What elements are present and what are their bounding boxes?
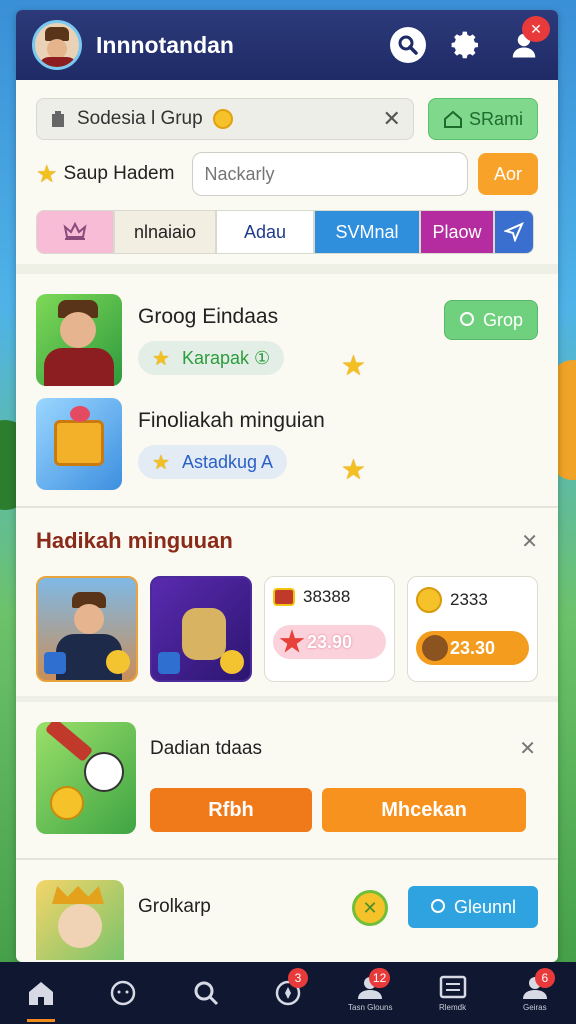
join-button[interactable]: Gleunnl <box>408 886 538 928</box>
coin-icon <box>212 109 233 129</box>
nav-home[interactable] <box>13 964 69 1022</box>
chest-icon <box>273 588 295 606</box>
chat-icon <box>111 980 136 1006</box>
active-indicator <box>27 1019 56 1022</box>
nav-caption: Tasn Glouns <box>348 1002 393 1012</box>
crown-icon <box>63 221 87 240</box>
search-icon <box>194 981 218 1006</box>
bottom-nav: 3 Tasn Glouns 12 Rlemdk Geiras 6 <box>0 962 576 1024</box>
top-controls: Sodesia l Grup ✕ SRami ★ Saup Hadem Aor … <box>16 80 558 274</box>
group-action-button[interactable]: SRami <box>427 98 538 140</box>
name-input[interactable] <box>191 152 468 196</box>
item-thumbnail <box>36 880 124 960</box>
app-title: Innnotandan <box>96 31 234 58</box>
tab-2[interactable]: Adau <box>216 210 314 254</box>
nav-badge: 6 <box>534 968 555 988</box>
action-title: Dadian tdaas <box>150 738 262 759</box>
reward-thumbnail[interactable] <box>36 576 138 682</box>
nav-badge: 12 <box>368 968 391 988</box>
rewards-section: Hadikah minguuan ✕ 38388 23.90 2333 23.3… <box>16 508 558 702</box>
list-item[interactable]: Groog Eindaas ★ Karapak ① ★ Grop <box>36 288 538 392</box>
section-title: Hadikah minguuan <box>36 528 233 553</box>
home-icon <box>29 982 54 1005</box>
reward-card[interactable]: 2333 23.30 <box>407 576 538 682</box>
search-icon[interactable] <box>390 27 426 63</box>
item-thumbnail <box>36 398 122 490</box>
tab-3[interactable]: SVMnal <box>314 210 420 254</box>
item-title: Finoliakah minguian <box>138 409 325 432</box>
item-list: Groog Eindaas ★ Karapak ① ★ Grop Finoliak… <box>16 274 558 508</box>
reward-bar[interactable]: 23.90 <box>273 625 386 659</box>
nav-search[interactable] <box>178 964 234 1022</box>
notification-badge[interactable]: ✕ <box>522 16 550 42</box>
star-icon <box>279 629 305 653</box>
action-button-secondary[interactable]: Mhcekan <box>322 788 526 832</box>
nav-badge: 3 <box>287 968 308 988</box>
submit-button[interactable]: Aor <box>478 153 538 195</box>
star-label: Saup Hadem <box>63 163 175 184</box>
nav-account[interactable]: Geiras 6 <box>507 964 563 1022</box>
close-icon[interactable]: ✕ <box>521 529 538 554</box>
star-icon: ★ <box>152 347 170 370</box>
tab-send[interactable] <box>494 210 534 254</box>
tab-4[interactable]: Plaow <box>420 210 494 254</box>
group-chip[interactable]: Sodesia l Grup ✕ <box>36 98 414 140</box>
app-header: Innnotandan ✕ <box>16 10 558 80</box>
nav-chat[interactable] <box>95 964 151 1022</box>
action-thumbnail <box>36 722 136 834</box>
send-icon <box>504 222 524 242</box>
favorite-star-icon[interactable]: ★ <box>341 349 366 382</box>
group-label: Sodesia l Grup <box>77 108 203 129</box>
action-section: Dadian tdaas ✕ Rfbh Mhcekan <box>16 702 558 860</box>
item-pill[interactable]: ★ Karapak ① <box>138 341 285 375</box>
close-icon[interactable]: ✕ <box>383 106 401 132</box>
favorite-star-icon[interactable]: ★ <box>341 453 366 486</box>
search-icon <box>430 899 445 913</box>
item-title: Grolkarp <box>138 896 211 917</box>
tab-crown[interactable] <box>36 210 114 254</box>
group-button[interactable]: Grop <box>443 300 538 340</box>
home-icon <box>443 110 462 128</box>
reward-amount: 2333 <box>450 590 488 609</box>
coin-icon <box>416 587 442 613</box>
tab-1[interactable]: nlnaiaio <box>114 210 216 254</box>
building-icon <box>52 111 64 127</box>
reward-bar[interactable]: 23.30 <box>416 631 529 665</box>
main-panel: Innnotandan ✕ Sodesia l Grup ✕ SRami ★ S… <box>16 10 558 962</box>
check-badge-icon: ✕ <box>352 890 388 926</box>
item-thumbnail <box>36 294 122 386</box>
list-item[interactable]: Grolkarp ✕ Gleunnl <box>16 860 558 960</box>
barrel-icon <box>422 635 448 661</box>
nav-caption: Rlemdk <box>438 1002 467 1012</box>
gear-icon[interactable] <box>448 27 484 63</box>
reward-card[interactable]: 38388 23.90 <box>264 576 395 682</box>
star-icon: ★ <box>152 451 170 474</box>
nav-people[interactable]: Tasn Glouns 12 <box>342 964 398 1022</box>
search-icon <box>459 312 474 326</box>
nav-compass[interactable]: 3 <box>260 964 316 1022</box>
nav-caption: Geiras <box>523 1002 547 1012</box>
reward-thumbnail[interactable] <box>150 576 252 682</box>
action-button-primary[interactable]: Rfbh <box>150 788 312 832</box>
close-icon[interactable]: ✕ <box>519 736 536 761</box>
list-icon <box>439 975 466 998</box>
star-icon: ★ <box>36 160 58 188</box>
list-item[interactable]: Finoliakah minguian ★ Astadkug A ★ <box>36 392 538 496</box>
reward-amount: 38388 <box>303 587 351 606</box>
tab-bar: nlnaiaio Adau SVMnal Plaow <box>36 210 538 254</box>
item-pill[interactable]: ★ Astadkug A <box>138 445 288 479</box>
avatar[interactable] <box>32 20 82 70</box>
nav-list[interactable]: Rlemdk <box>425 964 481 1022</box>
